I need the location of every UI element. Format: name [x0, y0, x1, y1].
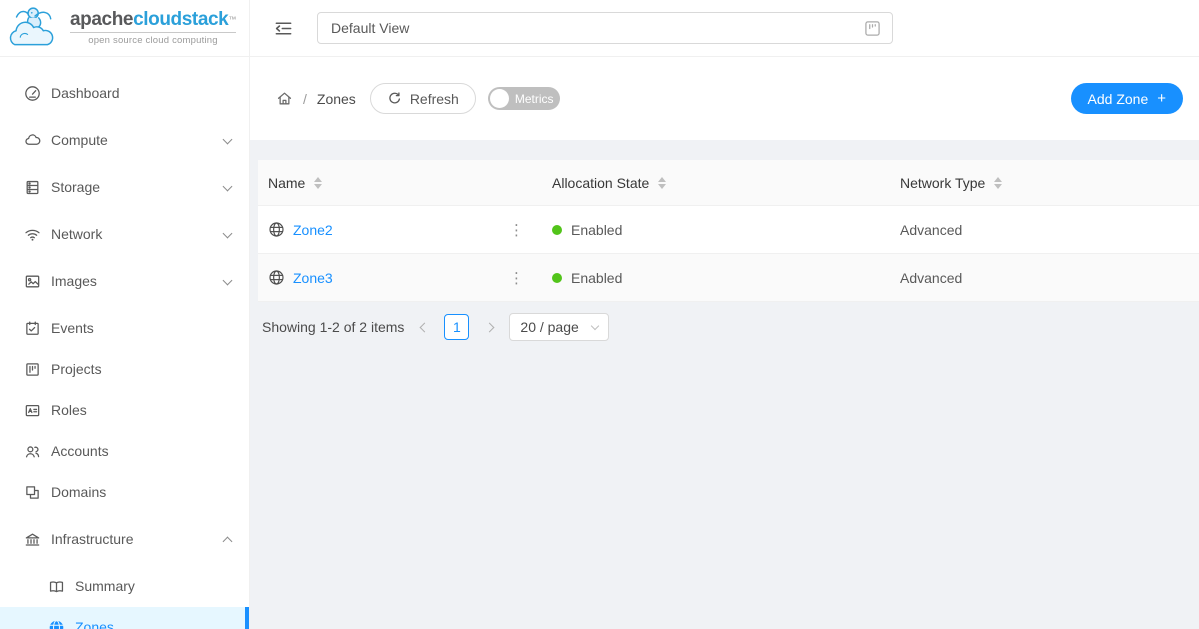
add-zone-button[interactable]: Add Zone +: [1071, 83, 1183, 114]
cloudstack-app: apachecloudstack™ open source cloud comp…: [0, 0, 1199, 629]
current-page-button[interactable]: 1: [444, 314, 469, 340]
refresh-button[interactable]: Refresh: [370, 83, 476, 114]
status-label: Enabled: [571, 222, 622, 238]
sort-icon[interactable]: [314, 177, 322, 189]
blocks-icon: [24, 484, 41, 501]
allocation-state-cell: Enabled: [542, 270, 890, 286]
project-selector[interactable]: [317, 12, 893, 44]
zone-link[interactable]: Zone3: [293, 270, 333, 286]
column-header-name[interactable]: Name: [258, 175, 542, 191]
brand-title: apachecloudstack™: [70, 10, 236, 30]
cloudmonkey-logo: [6, 4, 64, 52]
sidebar-item-domains[interactable]: Domains: [0, 472, 249, 513]
project-selector-input[interactable]: [329, 19, 864, 37]
wifi-icon: [24, 226, 41, 243]
globe-icon: [48, 619, 65, 629]
refresh-icon: [387, 91, 402, 106]
logo-area[interactable]: apachecloudstack™ open source cloud comp…: [0, 0, 249, 57]
brand-subtitle: open source cloud computing: [70, 32, 236, 46]
sidebar-item-accounts[interactable]: Accounts: [0, 431, 249, 472]
sidebar-item-projects[interactable]: Projects: [0, 349, 249, 390]
zone-name-cell: Zone2 ⋮: [258, 221, 542, 239]
project-icon: [24, 361, 41, 378]
table-row[interactable]: Zone2 ⋮ Enabled Advanced: [258, 206, 1199, 254]
page-size-select[interactable]: 20 / page: [509, 313, 608, 341]
pagination: Showing 1-2 of 2 items 1 20 / page: [258, 313, 1199, 341]
breadcrumb: / Zones: [276, 90, 356, 107]
idcard-icon: [24, 402, 41, 419]
bank-icon: [24, 531, 41, 548]
database-icon: [24, 179, 41, 196]
status-dot-enabled: [552, 225, 562, 235]
page-header: / Zones Refresh Metrics Add Zone +: [250, 57, 1199, 140]
sort-icon[interactable]: [994, 177, 1002, 189]
topbar: [250, 0, 1199, 57]
sidebar-item-infrastructure[interactable]: Infrastructure: [0, 519, 249, 560]
globe-icon: [268, 221, 285, 238]
menu-fold-icon[interactable]: [272, 17, 294, 39]
breadcrumb-separator: /: [303, 91, 307, 107]
sort-icon[interactable]: [658, 177, 666, 189]
project-box-icon: [864, 20, 881, 37]
sidebar-item-zones[interactable]: Zones: [0, 607, 249, 629]
sidebar-item-images[interactable]: Images: [0, 261, 249, 302]
chevron-down-icon: [223, 181, 233, 191]
chevron-up-icon: [223, 537, 233, 547]
allocation-state-cell: Enabled: [542, 222, 890, 238]
sidebar-item-network[interactable]: Network: [0, 214, 249, 255]
more-actions-icon[interactable]: ⋮: [509, 269, 524, 287]
chevron-down-icon: [223, 275, 233, 285]
calendar-check-icon: [24, 320, 41, 337]
chevron-down-icon: [223, 228, 233, 238]
metrics-toggle[interactable]: Metrics: [488, 87, 560, 110]
toggle-knob: [490, 89, 509, 108]
network-type-cell: Advanced: [890, 270, 1199, 286]
more-actions-icon[interactable]: ⋮: [509, 221, 524, 239]
content-body: Name Allocation State Network Type: [250, 140, 1199, 629]
picture-icon: [24, 273, 41, 290]
logo-text: apachecloudstack™ open source cloud comp…: [70, 10, 236, 46]
prev-page-icon[interactable]: [413, 314, 435, 340]
dashboard-icon: [24, 85, 41, 102]
sidebar: apachecloudstack™ open source cloud comp…: [0, 0, 250, 629]
open-book-icon: [48, 578, 65, 595]
pagination-summary: Showing 1-2 of 2 items: [262, 319, 404, 335]
sidebar-item-storage[interactable]: Storage: [0, 167, 249, 208]
zone-name-cell: Zone3 ⋮: [258, 269, 542, 287]
zone-link[interactable]: Zone2: [293, 222, 333, 238]
status-dot-enabled: [552, 273, 562, 283]
sidebar-item-events[interactable]: Events: [0, 308, 249, 349]
plus-icon: +: [1157, 91, 1166, 106]
zones-table: Name Allocation State Network Type: [258, 160, 1199, 302]
network-type-cell: Advanced: [890, 222, 1199, 238]
table-row[interactable]: Zone3 ⋮ Enabled Advanced: [258, 254, 1199, 302]
sidebar-item-roles[interactable]: Roles: [0, 390, 249, 431]
chevron-down-icon: [223, 134, 233, 144]
next-page-icon[interactable]: [478, 314, 500, 340]
team-icon: [24, 443, 41, 460]
sidebar-menu: Dashboard Compute Storage: [0, 57, 249, 629]
sidebar-item-compute[interactable]: Compute: [0, 120, 249, 161]
column-header-network-type[interactable]: Network Type: [890, 175, 1199, 191]
status-label: Enabled: [571, 270, 622, 286]
sidebar-item-summary[interactable]: Summary: [0, 566, 249, 607]
table-header-row: Name Allocation State Network Type: [258, 160, 1199, 206]
column-header-allocation-state[interactable]: Allocation State: [542, 175, 890, 191]
sidebar-item-dashboard[interactable]: Dashboard: [0, 73, 249, 114]
globe-icon: [268, 269, 285, 286]
cloud-icon: [24, 132, 41, 149]
home-icon[interactable]: [276, 90, 293, 107]
chevron-down-icon: [591, 321, 599, 329]
main-area: / Zones Refresh Metrics Add Zone +: [250, 0, 1199, 629]
breadcrumb-current: Zones: [317, 91, 356, 107]
